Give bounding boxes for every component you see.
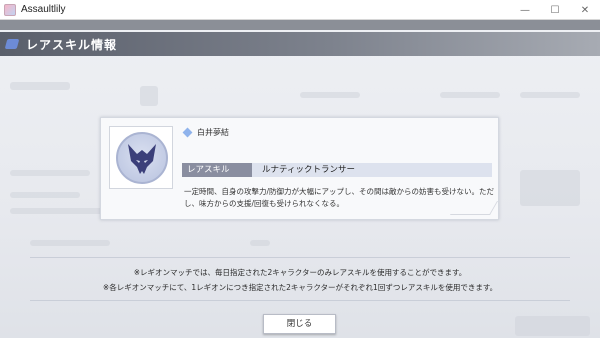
- demon-emblem-icon: [116, 132, 168, 184]
- background-blur: [520, 92, 580, 98]
- divider: [30, 257, 570, 258]
- background-blur: [30, 240, 110, 246]
- skill-icon-frame: [109, 126, 173, 189]
- window-titlebar: Assaultlily — ☐ ✕: [0, 0, 600, 20]
- divider: [30, 300, 570, 301]
- page-title: レアスキル情報: [26, 38, 118, 52]
- background-blur: [440, 92, 500, 98]
- window-controls: — ☐ ✕: [510, 0, 600, 20]
- skill-label: レアスキル: [182, 163, 252, 177]
- close-button[interactable]: 閉じる: [263, 314, 336, 334]
- app-icon: [4, 3, 16, 16]
- skill-name: ルナティックトランサー: [252, 163, 492, 177]
- maximize-button[interactable]: ☐: [540, 0, 570, 20]
- skill-description: 一定時間、自身の攻撃力/防御力が大幅にアップし、その間は敵からの妨害も受けない。…: [184, 187, 495, 208]
- game-viewport: レアスキル情報 白井夢結 レアスキル ルナティックトランサー 一定時間、自身の攻…: [0, 20, 600, 338]
- background-blur: [10, 82, 70, 90]
- background-blur: [300, 92, 360, 98]
- background-blur: [10, 170, 90, 176]
- background-blur: [250, 240, 270, 246]
- close-window-button[interactable]: ✕: [570, 0, 600, 20]
- background-top-strip: [0, 20, 600, 30]
- diamond-icon: [182, 127, 193, 138]
- card-corner-decoration: [449, 201, 499, 215]
- skill-row: レアスキル ルナティックトランサー: [182, 163, 492, 177]
- header-bar: レアスキル情報: [0, 32, 600, 56]
- window-title: Assaultlily: [21, 4, 66, 15]
- note-line-2: ※各レギオンマッチにて、1レギオンにつき指定された2キャラクターがそれぞれ1回ず…: [102, 283, 498, 292]
- minimize-button[interactable]: —: [510, 0, 540, 20]
- character-row: 白井夢結: [182, 127, 229, 138]
- background-blur: [140, 86, 158, 106]
- character-name: 白井夢結: [197, 128, 229, 137]
- background-blur: [520, 170, 580, 206]
- background-blur: [10, 192, 80, 198]
- header-marker-icon: [4, 39, 20, 49]
- skill-card: 白井夢結 レアスキル ルナティックトランサー 一定時間、自身の攻撃力/防御力が大…: [100, 117, 499, 220]
- note-line-1: ※レギオンマッチでは、毎日指定された2キャラクターのみレアスキルを使用することが…: [133, 268, 467, 277]
- background-blur: [515, 316, 590, 336]
